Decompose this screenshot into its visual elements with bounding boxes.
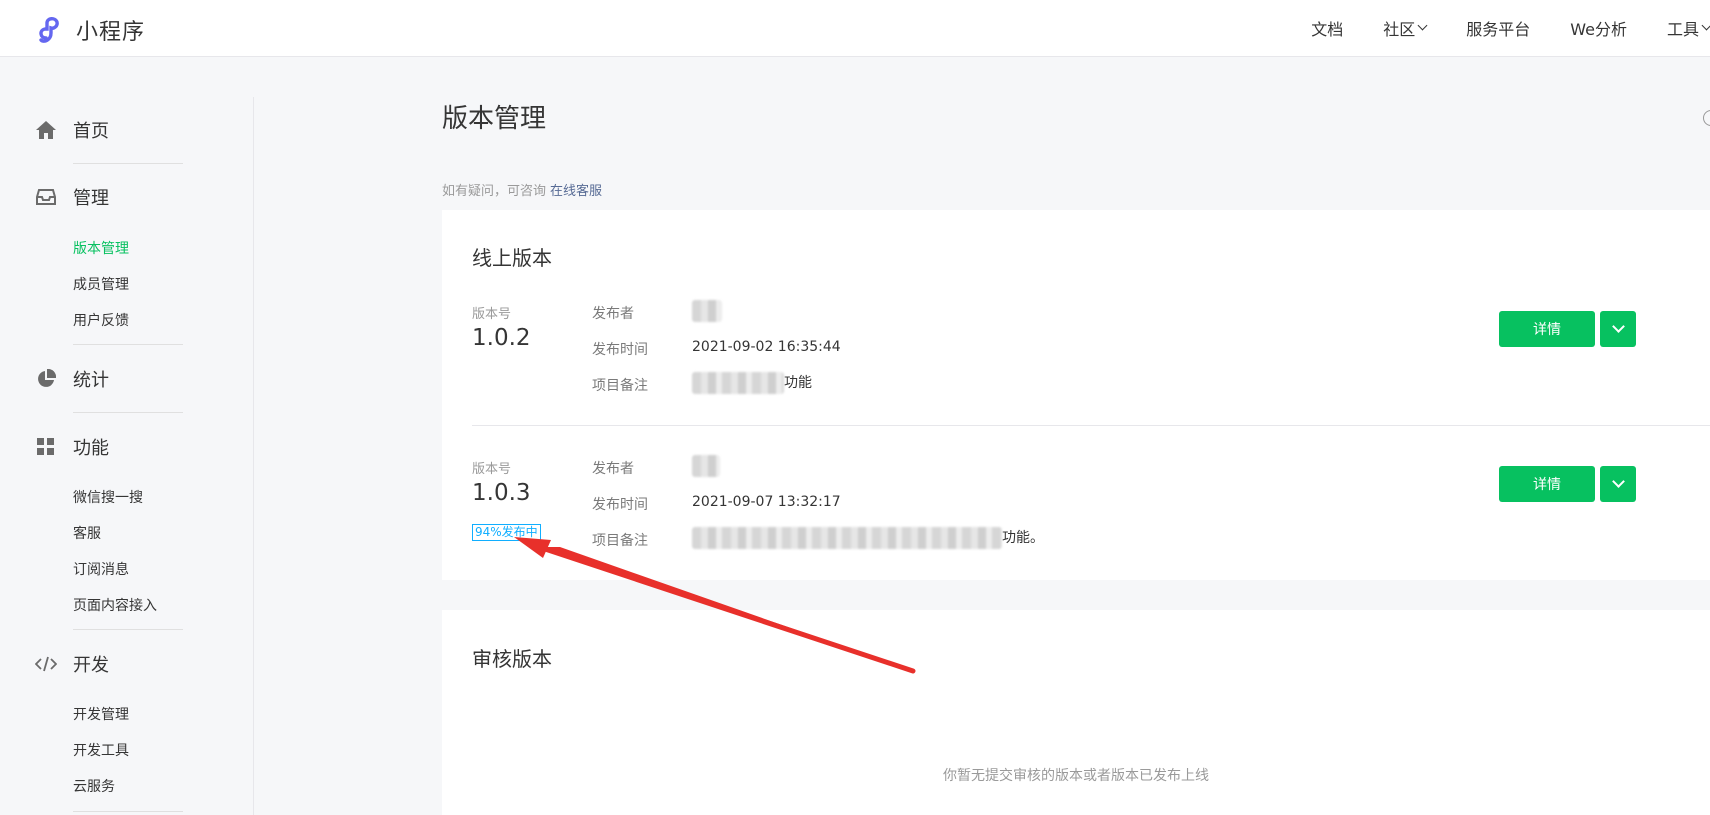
redacted-note [692, 527, 1002, 549]
top-navbar: 小程序 文档 社区 服务平台 We分析 工具 [0, 0, 1710, 57]
project-note-value: 功能。 [692, 527, 1044, 549]
publisher-value [692, 300, 722, 322]
online-service-link[interactable]: 在线客服 [550, 184, 602, 199]
nav-tools-label: 工具 [1666, 20, 1699, 39]
pie-chart-icon [35, 368, 57, 390]
project-note-value: 功能 [692, 372, 812, 394]
publisher-value [692, 455, 720, 477]
chevron-down-icon [1611, 320, 1625, 333]
sidebar-item-dev-tools[interactable]: 开发工具 [73, 740, 129, 760]
sidebar-item-develop[interactable]: 开发 [35, 652, 185, 676]
page-title: 版本管理 [442, 104, 547, 134]
online-version-title: 线上版本 [472, 246, 552, 270]
more-dropdown-button[interactable] [1600, 466, 1636, 502]
project-note-suffix: 功能。 [1002, 530, 1044, 546]
divider [73, 811, 183, 812]
empty-state-text: 你暂无提交审核的版本或者版本已发布上线 [943, 768, 1209, 784]
publish-time-value: 2021-09-02 16:35:44 [692, 339, 841, 355]
project-note-label: 项目备注 [592, 533, 648, 549]
sidebar-item-features-label: 功能 [73, 438, 109, 459]
nav-community-label: 社区 [1383, 20, 1416, 39]
sidebar-item-stats-label: 统计 [73, 370, 109, 391]
publish-time-label: 发布时间 [592, 342, 648, 358]
sidebar-item-home-label: 首页 [73, 121, 109, 142]
sidebar-item-version-manage[interactable]: 版本管理 [73, 238, 129, 258]
version-number: 1.0.2 [472, 325, 531, 351]
divider [73, 344, 183, 345]
home-icon [35, 119, 57, 141]
detail-button[interactable]: 详情 [1499, 311, 1595, 347]
chevron-down-icon [1417, 20, 1428, 31]
miniprogram-logo-icon [39, 17, 59, 43]
sidebar-item-stats[interactable]: 统计 [35, 367, 185, 391]
logo[interactable]: 小程序 [36, 14, 145, 46]
detail-button[interactable]: 详情 [1499, 466, 1595, 502]
divider [472, 425, 1710, 426]
nav-docs-label: 文档 [1311, 20, 1344, 39]
help-icon[interactable] [1703, 110, 1710, 126]
chevron-down-icon [1611, 475, 1625, 488]
sidebar-item-manage-label: 管理 [73, 188, 109, 209]
nav-we-analytics-label: We分析 [1570, 20, 1627, 39]
sidebar-divider [253, 97, 254, 815]
logo-text: 小程序 [76, 20, 146, 45]
review-version-title: 审核版本 [472, 647, 552, 671]
publisher-label: 发布者 [592, 461, 634, 477]
version-number-label: 版本号 [472, 307, 512, 322]
sidebar-item-member-manage[interactable]: 成员管理 [73, 274, 129, 294]
review-version-card: 审核版本 你暂无提交审核的版本或者版本已发布上线 [442, 610, 1710, 815]
publish-time-label: 发布时间 [592, 497, 648, 513]
version-number-label: 版本号 [472, 462, 512, 477]
sidebar-item-wechat-search[interactable]: 微信搜一搜 [73, 487, 143, 507]
project-note-suffix: 功能 [784, 375, 812, 391]
publisher-label: 发布者 [592, 306, 634, 322]
sidebar-item-cloud-service[interactable]: 云服务 [73, 776, 115, 796]
redacted-publisher [692, 300, 722, 322]
sidebar-item-subscription-msg[interactable]: 订阅消息 [73, 559, 129, 579]
grid-icon [35, 436, 57, 458]
sidebar-item-page-content[interactable]: 页面内容接入 [73, 595, 157, 615]
nav-tools[interactable]: 工具 [1667, 16, 1710, 40]
publish-time-value: 2021-09-07 13:32:17 [692, 494, 841, 510]
version-row: 版本号 1.0.2 发布者 发布时间 2021-09-02 16:35:44 项… [472, 300, 1710, 413]
nav-service-platform-label: 服务平台 [1466, 20, 1531, 39]
nav-service-platform[interactable]: 服务平台 [1466, 16, 1530, 40]
sidebar-item-features[interactable]: 功能 [35, 435, 185, 459]
sidebar-item-home[interactable]: 首页 [35, 118, 185, 142]
sidebar-item-user-feedback[interactable]: 用户反馈 [73, 310, 129, 330]
top-nav-menu: 文档 社区 服务平台 We分析 工具 [1311, 0, 1710, 56]
help-hint: 如有疑问，可咨询 在线客服 [442, 180, 602, 199]
release-progress-badge: 94%发布中 [472, 524, 541, 541]
sidebar-item-customer-service[interactable]: 客服 [73, 523, 101, 543]
version-number: 1.0.3 [472, 480, 531, 506]
chevron-down-icon [1701, 20, 1710, 31]
version-row: 版本号 1.0.3 94%发布中 发布者 发布时间 2021-09-07 13:… [472, 455, 1710, 568]
sidebar-item-dev-manage[interactable]: 开发管理 [73, 704, 129, 724]
divider [73, 629, 183, 630]
code-icon [35, 653, 57, 675]
nav-docs[interactable]: 文档 [1311, 16, 1343, 40]
more-dropdown-button[interactable] [1600, 311, 1636, 347]
inbox-icon [35, 186, 57, 208]
redacted-note [692, 372, 784, 394]
divider [73, 163, 183, 164]
sidebar-item-develop-label: 开发 [73, 655, 109, 676]
sidebar-item-manage[interactable]: 管理 [35, 185, 185, 209]
project-note-label: 项目备注 [592, 378, 648, 394]
divider [73, 412, 183, 413]
nav-we-analytics[interactable]: We分析 [1570, 16, 1627, 40]
redacted-publisher [692, 455, 720, 477]
online-version-card: 线上版本 版本号 1.0.2 发布者 发布时间 2021-09-02 16:35… [442, 210, 1710, 580]
nav-community[interactable]: 社区 [1383, 16, 1428, 40]
help-hint-text: 如有疑问，可咨询 [442, 184, 547, 199]
